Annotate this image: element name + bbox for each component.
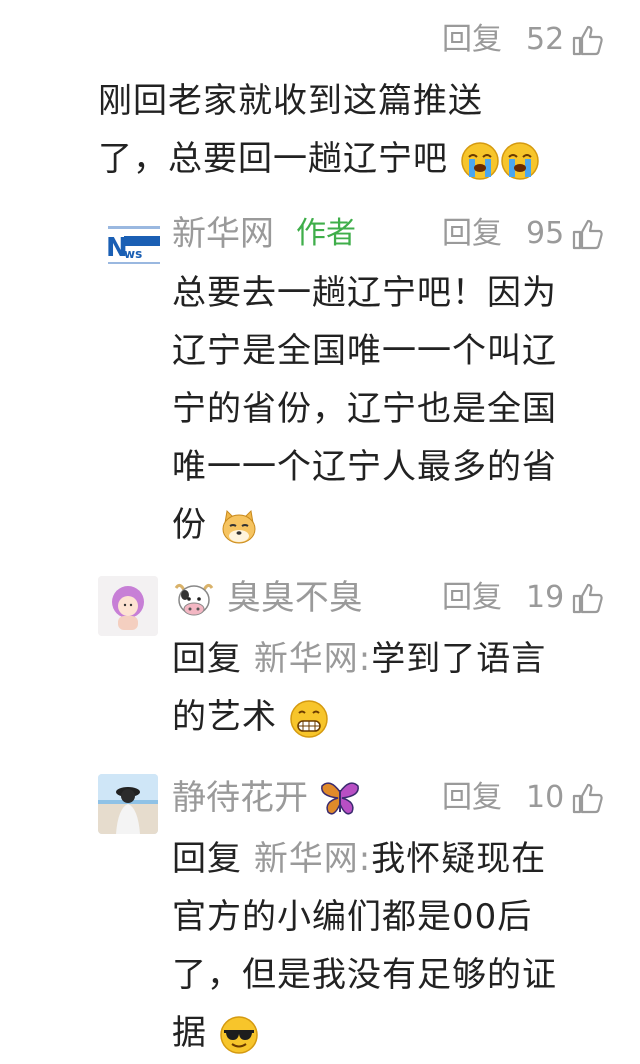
reply-text-line: 唯一一个辽宁人最多的省 xyxy=(172,447,557,487)
comment-text-line2: 了，总要回一趟辽宁吧 xyxy=(98,130,540,188)
xinhua-logo-icon: N ws xyxy=(104,212,164,272)
like-count: 52 xyxy=(526,22,565,57)
reply-target[interactable]: 新华网: xyxy=(254,639,371,679)
crying-emoji-icon xyxy=(501,141,539,180)
crying-emoji-icon xyxy=(461,141,499,180)
thumbs-up-icon[interactable] xyxy=(570,581,604,615)
reply-text-line: 宁的省份，辽宁也是全国 xyxy=(172,389,557,429)
reply-prefix: 回复 xyxy=(172,839,242,879)
reply-button[interactable]: 回复 xyxy=(442,20,502,60)
reply-text-line: 回复 新华网:我怀疑现在 xyxy=(172,839,547,879)
commenter-name-row[interactable]: 静待花开 xyxy=(172,778,361,820)
girl-avatar-icon xyxy=(98,576,158,636)
comment-text: 了，总要回一趟辽宁吧 xyxy=(98,139,448,179)
reply-text-line: 官方的小编们都是00后 xyxy=(172,897,533,937)
commenter-name[interactable]: 新华网 xyxy=(172,214,274,254)
thumbs-up-icon[interactable] xyxy=(570,781,604,815)
comment-text-line1: 刚回老家就收到这篇推送 xyxy=(98,81,483,121)
cow-emoji-icon xyxy=(174,583,214,615)
sunglasses-emoji-icon xyxy=(220,1015,258,1054)
reply-text-line: 辽宁是全国唯一一个叫辽 xyxy=(172,331,557,371)
avatar[interactable] xyxy=(98,774,158,834)
reply-text-line: 据 xyxy=(172,1004,259,1062)
commenter-name-row[interactable]: 臭臭不臭 xyxy=(172,578,363,620)
doge-emoji-icon xyxy=(222,509,256,543)
like-count: 10 xyxy=(526,780,565,815)
reply-text-line: 的艺术 xyxy=(172,688,329,746)
thumbs-up-icon[interactable] xyxy=(570,23,604,57)
reply-button[interactable]: 回复 xyxy=(442,214,502,254)
author-badge: 作者 xyxy=(296,216,356,251)
thumbs-up-icon[interactable] xyxy=(570,217,604,251)
avatar[interactable]: N ws xyxy=(104,212,164,272)
grimacing-emoji-icon xyxy=(290,699,328,738)
butterfly-emoji-icon xyxy=(320,781,359,814)
reply-button[interactable]: 回复 xyxy=(442,778,502,818)
reply-text-line: 总要去一趟辽宁吧！因为 xyxy=(172,273,557,313)
svg-text:ws: ws xyxy=(124,247,142,261)
like-count: 95 xyxy=(526,216,565,251)
reply-text-line: 了，但是我没有足够的证 xyxy=(172,955,557,995)
commenter-name: 臭臭不臭 xyxy=(226,578,363,618)
reply-prefix: 回复 xyxy=(172,639,242,679)
commenter-name: 静待花开 xyxy=(172,778,308,818)
reply-target[interactable]: 新华网: xyxy=(254,839,371,879)
like-count: 19 xyxy=(526,580,565,615)
reply-button[interactable]: 回复 xyxy=(442,578,502,618)
beach-photo-avatar-icon xyxy=(98,774,158,834)
reply-text-line: 份 xyxy=(172,496,259,554)
reply-text-line: 回复 新华网:学到了语言 xyxy=(172,639,547,679)
avatar[interactable] xyxy=(98,576,158,636)
